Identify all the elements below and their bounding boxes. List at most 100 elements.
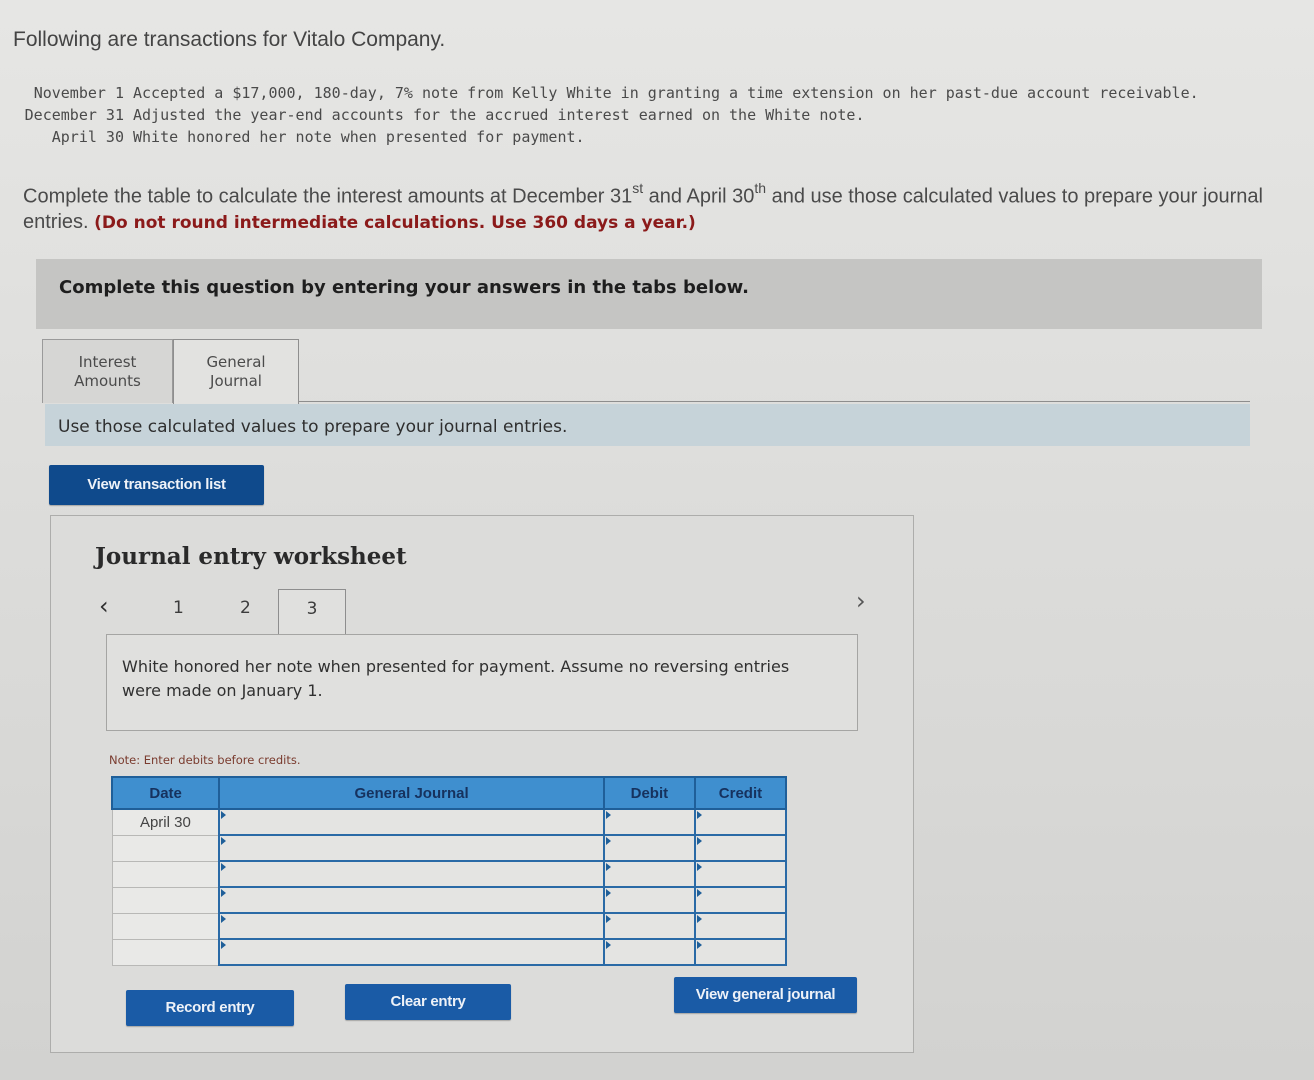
cell-marker-icon <box>221 915 227 923</box>
tab-interest-amounts[interactable]: Interest Amounts <box>42 339 173 403</box>
record-entry-button[interactable]: Record entry <box>126 990 294 1026</box>
table-row <box>111 912 788 940</box>
transaction-text: Accepted a $17,000, 180-day, 7% note fro… <box>133 84 1199 102</box>
date-cell <box>111 912 220 940</box>
credit-cell[interactable] <box>693 860 788 888</box>
tab-label: Amounts <box>74 372 141 390</box>
journal-table: Date General Journal Debit Credit April … <box>110 776 788 966</box>
column-header-general-journal: General Journal <box>218 776 605 810</box>
journal-entry-worksheet: Journal entry worksheet ‹ 1 2 3 › White … <box>50 515 914 1053</box>
debit-cell[interactable] <box>602 834 696 862</box>
tab-label: General <box>206 353 266 371</box>
cell-marker-icon <box>221 863 227 871</box>
debit-cell-input[interactable] <box>604 862 694 886</box>
debit-cell-input[interactable] <box>604 836 694 860</box>
credit-cell[interactable] <box>693 834 788 862</box>
account-cell-input[interactable] <box>220 810 603 834</box>
credit-cell-input[interactable] <box>695 914 785 938</box>
transaction-list: November 1 Accepted a $17,000, 180-day, … <box>16 82 1199 148</box>
cell-marker-icon <box>605 811 611 819</box>
worksheet-title: Journal entry worksheet <box>95 543 407 570</box>
date-cell <box>111 886 220 914</box>
transaction-date: November 1 <box>33 84 124 102</box>
credit-cell-input[interactable] <box>695 836 785 860</box>
credit-cell[interactable] <box>693 808 788 836</box>
superscript: st <box>632 180 644 196</box>
debit-cell[interactable] <box>602 860 696 888</box>
debit-cell[interactable] <box>602 938 696 966</box>
debit-cell-input[interactable] <box>604 810 694 834</box>
account-cell[interactable] <box>218 886 605 914</box>
debit-cell[interactable] <box>602 808 696 836</box>
cell-marker-icon <box>605 837 611 845</box>
transaction-row: November 1 Accepted a $17,000, 180-day, … <box>16 82 1199 104</box>
tab-description: Use those calculated values to prepare y… <box>45 404 1250 446</box>
chevron-right-icon[interactable]: › <box>856 587 866 615</box>
credit-cell[interactable] <box>693 912 788 940</box>
account-cell[interactable] <box>218 808 605 836</box>
account-cell[interactable] <box>218 912 605 940</box>
chevron-left-icon[interactable]: ‹ <box>99 592 109 620</box>
transaction-row: April 30 White honored her note when pre… <box>16 126 1199 148</box>
account-cell[interactable] <box>218 860 605 888</box>
credit-cell-input[interactable] <box>695 862 785 886</box>
debit-cell-input[interactable] <box>604 888 694 912</box>
cell-marker-icon <box>221 811 227 819</box>
cell-marker-icon <box>605 941 611 949</box>
column-header-debit: Debit <box>602 776 696 810</box>
debit-cell[interactable] <box>602 886 696 914</box>
page-link-2[interactable]: 2 <box>240 598 251 618</box>
credit-cell[interactable] <box>693 886 788 914</box>
debit-cell-input[interactable] <box>604 940 694 964</box>
cell-marker-icon <box>696 941 702 949</box>
credit-cell-input[interactable] <box>695 888 785 912</box>
entry-description-box: White honored her note when presented fo… <box>106 634 858 731</box>
banner-text: Complete this question by entering your … <box>59 277 749 298</box>
account-cell-input[interactable] <box>220 940 603 964</box>
cell-marker-icon <box>696 915 702 923</box>
date-cell: April 30 <box>111 808 220 836</box>
instructions-emphasis: (Do not round intermediate calculations.… <box>94 212 696 233</box>
cell-marker-icon <box>696 889 702 897</box>
account-cell-input[interactable] <box>220 836 603 860</box>
transaction-text: White honored her note when presented fo… <box>133 128 585 146</box>
cell-marker-icon <box>221 941 227 949</box>
transaction-date: April 30 <box>51 128 124 146</box>
cell-marker-icon <box>696 837 702 845</box>
clear-entry-button[interactable]: Clear entry <box>345 984 511 1020</box>
date-cell <box>111 860 220 888</box>
table-row <box>111 938 788 966</box>
cell-marker-icon <box>605 863 611 871</box>
tab-general-journal[interactable]: General Journal <box>173 339 299 405</box>
view-general-journal-button[interactable]: View general journal <box>674 977 857 1013</box>
credit-cell-input[interactable] <box>695 810 785 834</box>
cell-marker-icon <box>221 889 227 897</box>
debit-cell-input[interactable] <box>604 914 694 938</box>
credit-cell-input[interactable] <box>695 940 785 964</box>
tab-bar: Interest Amounts General Journal <box>42 339 299 405</box>
tab-description-text: Use those calculated values to prepare y… <box>58 417 568 437</box>
credit-cell[interactable] <box>693 938 788 966</box>
account-cell[interactable] <box>218 938 605 966</box>
table-row <box>111 834 788 862</box>
entry-description: White honored her note when presented fo… <box>122 657 790 700</box>
entry-note: Note: Enter debits before credits. <box>109 753 301 767</box>
tab-divider <box>298 401 1250 402</box>
transaction-date: December 31 <box>24 106 124 124</box>
table-row: April 30 <box>111 808 788 836</box>
page-link-1[interactable]: 1 <box>173 598 184 618</box>
account-cell[interactable] <box>218 834 605 862</box>
instructions-text: Complete the table to calculate the inte… <box>23 185 633 208</box>
instructions-text: and April 30 <box>643 185 755 208</box>
account-cell-input[interactable] <box>220 888 603 912</box>
tab-label: Journal <box>210 372 262 390</box>
table-row <box>111 860 788 888</box>
view-transaction-list-button[interactable]: View transaction list <box>49 465 264 505</box>
transaction-row: December 31 Adjusted the year-end accoun… <box>16 104 1199 126</box>
column-header-credit: Credit <box>693 776 788 810</box>
account-cell-input[interactable] <box>220 914 603 938</box>
tab-label: Interest <box>78 353 137 371</box>
table-header-row: Date General Journal Debit Credit <box>110 776 788 810</box>
account-cell-input[interactable] <box>220 862 603 886</box>
debit-cell[interactable] <box>602 912 696 940</box>
